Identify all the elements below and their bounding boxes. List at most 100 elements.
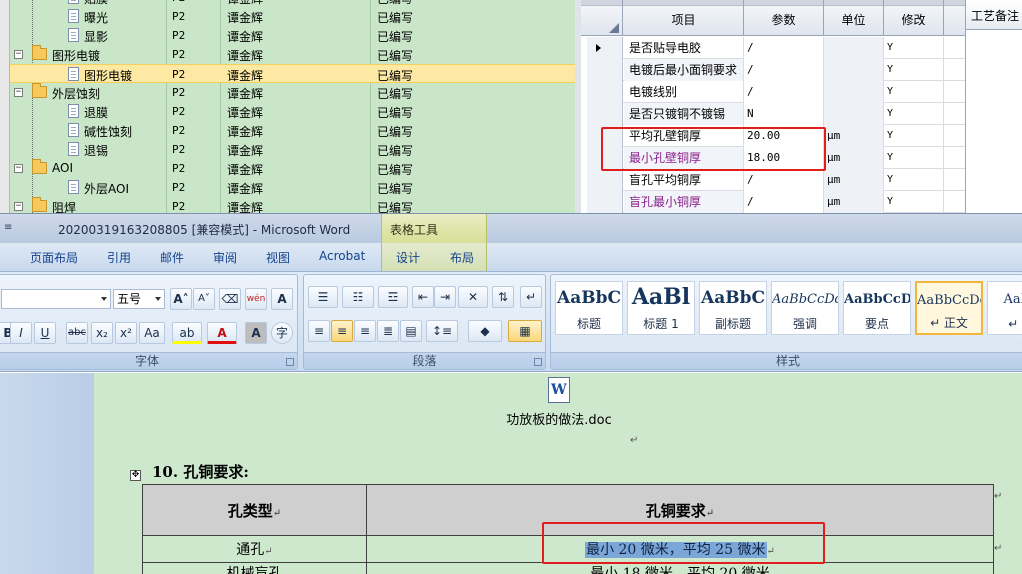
sort-button[interactable]: ⇅ [492, 286, 514, 308]
row-header[interactable] [587, 59, 623, 81]
asian-layout-button[interactable]: ✕ [458, 286, 488, 308]
tree-row[interactable]: 贴膜 P2 谭金辉 已编写 [10, 0, 575, 7]
enclose-characters-button[interactable]: 字 [271, 322, 293, 344]
line-spacing-button[interactable]: ↕≡ [426, 320, 458, 342]
font-size-combo[interactable]: 五号 [113, 289, 165, 309]
style-tile[interactable]: AaBbC 标题 [555, 281, 623, 335]
tab-layout[interactable]: 布局 [450, 249, 474, 266]
subscript-button[interactable]: x₂ [91, 322, 113, 344]
clear-format-button[interactable]: ⌫ [219, 288, 241, 310]
parameter-unit[interactable] [824, 37, 884, 59]
parameter-modify-flag[interactable]: Y [884, 103, 944, 125]
tree-row[interactable]: − AOI P2 谭金辉 已编写 [10, 159, 575, 178]
tab-view[interactable]: 视图 [266, 249, 290, 266]
parameter-value[interactable]: / [744, 191, 824, 213]
phonetic-guide-button[interactable]: wén [245, 288, 267, 310]
numbering-button[interactable]: ☷ [342, 286, 374, 308]
style-tile[interactable]: AaBbC 副标题 [699, 281, 767, 335]
tree-row[interactable]: 图形电镀 P2 谭金辉 已编写 [10, 64, 575, 83]
tree-row[interactable]: 退锡 P2 谭金辉 已编写 [10, 140, 575, 159]
character-shading-button[interactable]: A [245, 322, 267, 344]
parameter-unit[interactable] [824, 59, 884, 81]
tab-references[interactable]: 引用 [107, 249, 131, 266]
parameter-value[interactable]: N [744, 103, 824, 125]
tree-row[interactable]: − 外层蚀刻 P2 谭金辉 已编写 [10, 83, 575, 102]
style-tile[interactable]: AaBb ↵ 无 [987, 281, 1022, 335]
word-document-icon[interactable] [548, 377, 570, 403]
font-dialog-launcher-icon[interactable] [286, 358, 294, 366]
parameter-value[interactable]: / [744, 37, 824, 59]
header-item[interactable]: 项目 [624, 0, 744, 36]
current-row-indicator-icon[interactable] [587, 37, 623, 59]
show-marks-button[interactable]: ↵ [520, 286, 542, 308]
parameter-row[interactable]: 是否只镀铜不镀锡 N Y [587, 103, 965, 125]
distributed-button[interactable]: ▤ [400, 320, 422, 342]
quick-access-menu-icon[interactable]: ≡ [4, 222, 12, 233]
parameter-value[interactable]: / [744, 81, 824, 103]
style-tile[interactable]: AaBbCcD 要点 [843, 281, 911, 335]
parameter-unit[interactable]: μm [824, 147, 884, 169]
select-all-corner[interactable] [587, 0, 623, 36]
collapse-toggle-icon[interactable]: − [14, 88, 23, 97]
tree-row[interactable]: 曝光 P2 谭金辉 已编写 [10, 7, 575, 26]
grow-font-button[interactable]: A˄ [170, 288, 192, 310]
italic-button[interactable]: I [10, 322, 32, 344]
row-header[interactable] [587, 103, 623, 125]
header-unit[interactable]: 单位 [824, 0, 884, 36]
tab-review[interactable]: 审阅 [213, 249, 237, 266]
bullets-button[interactable]: ☰ [308, 286, 338, 308]
collapse-toggle-icon[interactable]: − [14, 202, 23, 211]
parameter-unit[interactable] [824, 103, 884, 125]
change-case-button[interactable]: Aa [139, 322, 165, 344]
align-left-button[interactable]: ≡ [308, 320, 330, 342]
underline-button[interactable]: U [34, 322, 56, 344]
tab-mailings[interactable]: 邮件 [160, 249, 184, 266]
parameter-row[interactable]: 盲孔平均铜厚 / μm Y [587, 169, 965, 191]
embedded-object-label[interactable]: 功放板的做法.doc [474, 409, 644, 428]
row-header[interactable] [587, 169, 623, 191]
increase-indent-button[interactable]: ⇥ [434, 286, 456, 308]
parameter-row[interactable]: 是否贴导电胶 / Y [587, 37, 965, 59]
tree-row[interactable]: 碱性蚀刻 P2 谭金辉 已编写 [10, 121, 575, 140]
header-param[interactable]: 参数 [744, 0, 824, 36]
tree-row[interactable]: 显影 P2 谭金辉 已编写 [10, 26, 575, 45]
process-note-tab[interactable]: 工艺备注 [966, 2, 1022, 30]
tree-scroll-edge[interactable] [0, 0, 10, 213]
parameter-modify-flag[interactable]: Y [884, 169, 944, 191]
style-tile[interactable]: AaBbCcDd ↵ 正文 [915, 281, 983, 335]
paragraph-dialog-launcher-icon[interactable] [534, 358, 542, 366]
parameter-modify-flag[interactable]: Y [884, 59, 944, 81]
collapse-toggle-icon[interactable]: − [14, 50, 23, 59]
font-color-button[interactable]: A [207, 322, 237, 344]
tab-page-layout[interactable]: 页面布局 [30, 249, 78, 266]
parameter-unit[interactable]: μm [824, 125, 884, 147]
parameter-row[interactable]: 电镀线别 / Y [587, 81, 965, 103]
character-border-button[interactable]: A [271, 288, 293, 310]
parameter-unit[interactable]: μm [824, 191, 884, 213]
justify-button[interactable]: ≣ [377, 320, 399, 342]
parameter-modify-flag[interactable]: Y [884, 125, 944, 147]
tree-row[interactable]: 外层AOI P2 谭金辉 已编写 [10, 178, 575, 197]
multilevel-list-button[interactable]: ☲ [378, 286, 408, 308]
highlight-color-button[interactable]: ab [172, 322, 202, 344]
row-header[interactable] [587, 81, 623, 103]
parameter-row[interactable]: 电镀后最小面铜要求 / Y [587, 59, 965, 81]
table-move-handle-icon[interactable]: ✥ [130, 470, 141, 481]
collapse-toggle-icon[interactable]: − [14, 164, 23, 173]
parameter-modify-flag[interactable]: Y [884, 81, 944, 103]
parameter-modify-flag[interactable]: Y [884, 147, 944, 169]
parameter-value[interactable]: / [744, 59, 824, 81]
cell-copper-requirement[interactable]: 最小 18 微米，平均 20 微米 [366, 562, 994, 574]
cell-hole-type[interactable]: 通孔↵ [142, 535, 367, 563]
parameter-modify-flag[interactable]: Y [884, 37, 944, 59]
header-modify[interactable]: 修改 [884, 0, 944, 36]
shading-button[interactable]: ◆ [468, 320, 502, 342]
shrink-font-button[interactable]: A˅ [193, 288, 215, 310]
parameter-unit[interactable] [824, 81, 884, 103]
style-tile[interactable]: AaBbCcDd 强调 [771, 281, 839, 335]
style-tile[interactable]: AaBl 标题 1 [627, 281, 695, 335]
header-hole-type[interactable]: 孔类型↵ [142, 484, 367, 536]
decrease-indent-button[interactable]: ⇤ [412, 286, 434, 308]
align-center-button[interactable]: ≡ [331, 320, 353, 342]
align-right-button[interactable]: ≡ [354, 320, 376, 342]
